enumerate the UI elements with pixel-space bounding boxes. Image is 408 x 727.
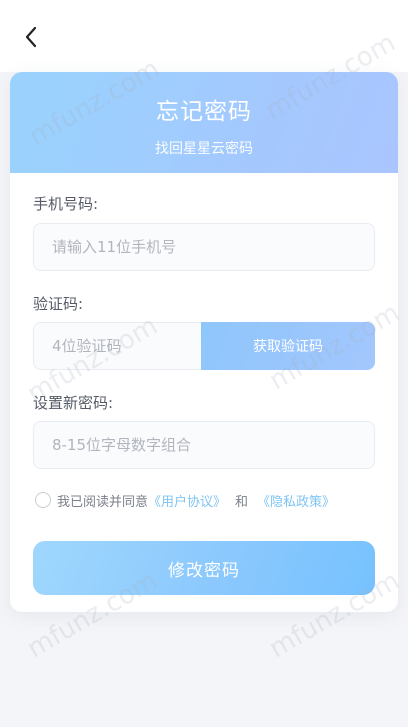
- chevron-left-icon: [25, 26, 37, 48]
- agreement-checkbox[interactable]: [35, 492, 51, 508]
- phone-label: 手机号码:: [33, 195, 99, 213]
- verification-code-input[interactable]: [33, 322, 202, 370]
- code-label: 验证码:: [33, 295, 84, 313]
- agreement-row: 我已阅读并同意 《用户协议》 和 《隐私政策》: [35, 490, 335, 510]
- agreement-text: 我已阅读并同意: [57, 494, 149, 510]
- card-header: 忘记密码 找回星星云密码: [10, 72, 398, 173]
- new-password-input[interactable]: [33, 421, 375, 469]
- agreement-and: 和: [235, 494, 249, 510]
- submit-button[interactable]: 修改密码: [33, 541, 375, 595]
- reset-password-card: 忘记密码 找回星星云密码 手机号码: 验证码: 获取验证码 设置新密码: 我已阅…: [10, 72, 398, 612]
- user-agreement-link[interactable]: 《用户协议》: [148, 491, 226, 510]
- page-title: 忘记密码: [156, 99, 252, 125]
- phone-input[interactable]: [33, 223, 375, 271]
- new-password-label: 设置新密码:: [33, 394, 114, 412]
- get-code-button[interactable]: 获取验证码: [201, 322, 375, 370]
- page-subtitle: 找回星星云密码: [155, 141, 253, 157]
- privacy-policy-link[interactable]: 《隐私政策》: [257, 491, 335, 510]
- top-bar: [0, 0, 408, 72]
- back-button[interactable]: [18, 24, 44, 50]
